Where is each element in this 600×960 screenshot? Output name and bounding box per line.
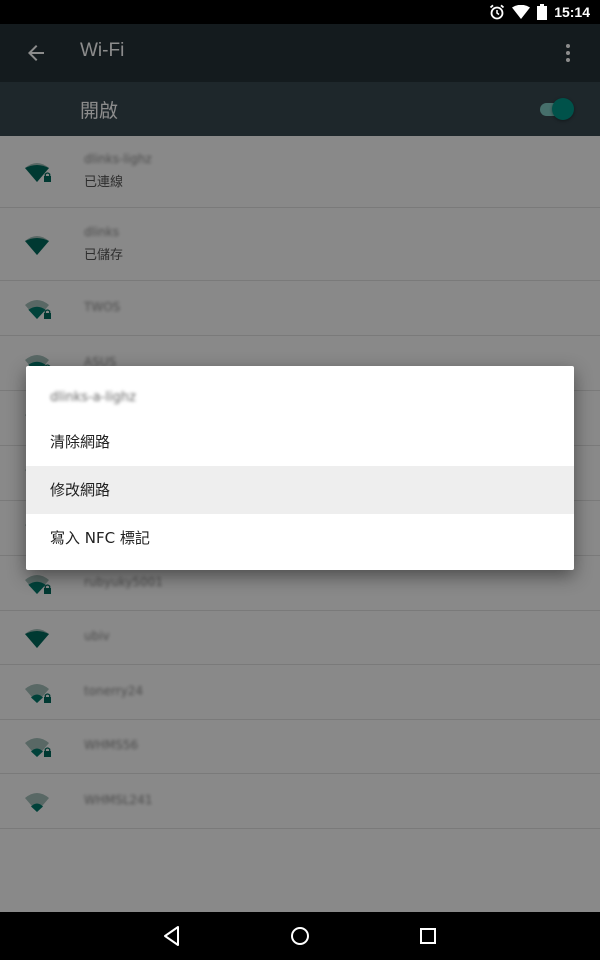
battery-icon bbox=[537, 4, 548, 20]
menu-item-forget-network[interactable]: 清除網路 bbox=[26, 418, 574, 466]
status-bar: 15:14 bbox=[0, 0, 600, 24]
menu-item-modify-network[interactable]: 修改網路 bbox=[26, 466, 574, 514]
navigation-bar bbox=[0, 912, 600, 960]
alarm-icon bbox=[490, 4, 505, 20]
network-options-dialog: dlinks-a-lighz 清除網路 修改網路 寫入 NFC 標記 bbox=[26, 366, 574, 570]
status-time: 15:14 bbox=[554, 4, 590, 20]
dialog-title: dlinks-a-lighz bbox=[50, 390, 136, 405]
wifi-icon bbox=[512, 5, 531, 19]
back-icon[interactable] bbox=[160, 924, 184, 948]
menu-item-write-nfc-tag[interactable]: 寫入 NFC 標記 bbox=[26, 514, 574, 562]
home-icon[interactable] bbox=[288, 924, 312, 948]
recents-icon[interactable] bbox=[416, 924, 440, 948]
